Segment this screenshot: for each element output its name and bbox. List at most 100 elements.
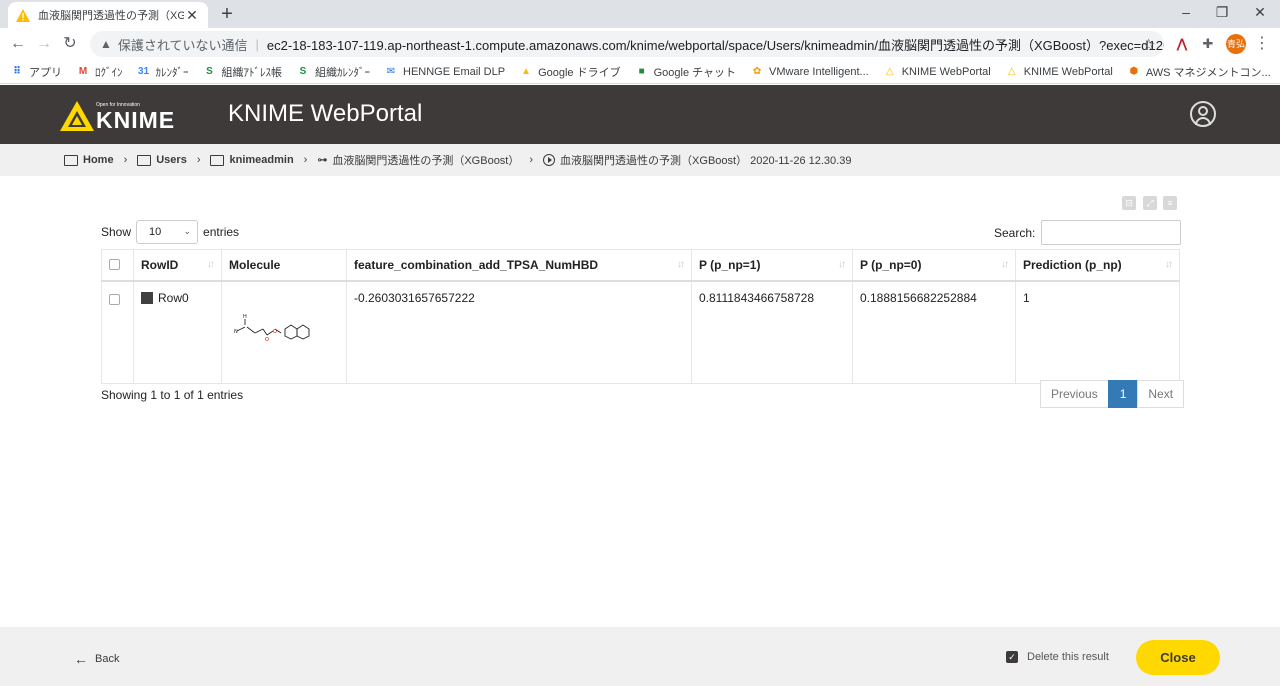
select-all-header[interactable] <box>101 249 134 282</box>
bookmark-label: ｶﾚﾝﾀﾞｰ <box>155 66 189 79</box>
svg-text:O: O <box>273 329 277 335</box>
bookmark-label: HENNGE Email DLP <box>403 65 506 78</box>
knime-icon: △ <box>1007 65 1016 77</box>
browser-menu-icon[interactable]: ⋮ <box>1252 34 1272 54</box>
calendar-icon: 31 <box>137 65 150 77</box>
breadcrumb-separator: › <box>196 154 201 166</box>
sort-icon: ↓↑ <box>1001 259 1009 270</box>
bookmark-star-icon[interactable]: ☆ <box>1142 35 1156 55</box>
column-header-prediction[interactable]: Prediction (p_np) ↓↑ <box>1015 249 1180 282</box>
back-button[interactable]: ← Back <box>74 651 119 667</box>
address-separator: | <box>255 36 259 52</box>
breadcrumb-separator: › <box>303 154 308 166</box>
mail-icon: ✉ <box>386 65 396 77</box>
feature-cell: -0.2603031657657222 <box>346 280 692 384</box>
extensions-icon[interactable]: ✚ <box>1198 34 1218 54</box>
bookmark-label: AWS マネジメントコン... <box>1145 66 1271 79</box>
row-checkbox[interactable] <box>109 293 120 305</box>
page-size-control: Show 10 ⌄ entries <box>101 220 239 244</box>
pagination: Previous 1 Next <box>1040 380 1185 408</box>
menu-icon[interactable]: ≡ <box>1163 196 1177 210</box>
chat-icon: ■ <box>638 65 645 77</box>
search-control: Search: <box>994 220 1182 245</box>
bookmark-item[interactable]: ✉ HENNGE Email DLP <box>384 66 505 78</box>
knime-icon: △ <box>885 65 894 77</box>
table-row[interactable]: Row0 N H O O -0.2603031657657222 0.81118… <box>101 280 1180 384</box>
table-header-row: RowID ↓↑ Molecule feature_combination_add… <box>101 249 1180 282</box>
bookmark-item[interactable]: S 組織ｱﾄﾞﾚｽ帳 <box>203 64 282 80</box>
knime-triangle-icon <box>60 101 94 131</box>
bookmark-item[interactable]: ⠿ アプリ <box>10 64 62 80</box>
drive-icon: ▲ <box>521 65 532 77</box>
svg-text:N: N <box>234 329 238 335</box>
close-tab-icon[interactable]: ✕ <box>184 7 200 24</box>
bookmark-item[interactable]: ✿ VMware Intelligent... <box>750 66 869 78</box>
portal-header: Open for Innovation KNIME KNIME WebPorta… <box>0 85 1280 144</box>
address-bar[interactable]: ▲ 保護されていない通信 | ec2-18-183-107-119.ap-nor… <box>90 31 1164 57</box>
workflow-icon: ⊶ <box>317 154 328 166</box>
back-nav-icon[interactable]: ← <box>8 34 28 54</box>
previous-page-button[interactable]: Previous <box>1040 380 1109 408</box>
breadcrumb-separator: › <box>123 154 128 166</box>
column-header-feature[interactable]: feature_combination_add_TPSA_NumHBD ↓↑ <box>346 249 692 282</box>
close-window-icon[interactable]: ✕ <box>1250 4 1270 21</box>
delete-result-option[interactable]: ✓ Delete this result <box>1006 651 1109 663</box>
bookmark-item[interactable]: M ﾛｸﾞｲﾝ <box>76 64 123 80</box>
next-page-button[interactable]: Next <box>1137 380 1185 408</box>
breadcrumb-knimeadmin[interactable]: knimeadmin <box>210 154 294 166</box>
profile-avatar[interactable]: 青弘 <box>1226 34 1246 54</box>
bookmark-item[interactable]: △ KNIME WebPortal <box>1005 66 1113 78</box>
breadcrumb-home[interactable]: Home <box>64 154 114 166</box>
search-input[interactable] <box>1041 220 1182 245</box>
breadcrumb-users[interactable]: Users <box>137 154 187 166</box>
page-size-select[interactable]: 10 ⌄ <box>136 220 199 244</box>
delete-result-label: Delete this result <box>1027 651 1109 663</box>
molecule-cell: N H O O <box>221 280 347 384</box>
svg-text:O: O <box>265 337 269 343</box>
knime-logo[interactable]: Open for Innovation KNIME <box>60 99 180 133</box>
bookmark-item[interactable]: ⬢ AWS マネジメントコン... <box>1127 64 1271 80</box>
pdf-extension-icon[interactable]: ⋀ <box>1172 34 1192 54</box>
page-1-button[interactable]: 1 <box>1107 380 1139 408</box>
fullscreen-icon[interactable]: ⤢ <box>1143 196 1157 210</box>
column-header-p0[interactable]: P (p_np=0) ↓↑ <box>852 249 1016 282</box>
column-header-rowid[interactable]: RowID ↓↑ <box>133 249 222 282</box>
bookmarks-bar: ⠿ アプリ M ﾛｸﾞｲﾝ 31 ｶﾚﾝﾀﾞｰ S 組織ｱﾄﾞﾚｽ帳 S 組織ｶﾚﾝﾀﾞｰ ✉ HEN… <box>0 60 1280 84</box>
bookmark-item[interactable]: ■ Google チャット <box>635 64 736 80</box>
browser-tab[interactable]: 血液脳関門透過性の予測（XGBoo ✕ <box>8 2 208 28</box>
row-select-cell[interactable] <box>101 280 134 384</box>
forward-nav-icon[interactable]: → <box>34 34 54 54</box>
folder-icon <box>137 154 152 166</box>
sort-icon: ↓↑ <box>838 259 846 270</box>
security-label: 保護されていない通信 <box>117 37 248 53</box>
chevron-down-icon: ⌄ <box>183 226 192 236</box>
bookmark-label: Google ドライブ <box>538 66 621 79</box>
rowid-cell: Row0 <box>133 280 222 384</box>
bookmark-label: 組織ｶﾚﾝﾀﾞｰ <box>315 66 370 79</box>
reset-view-icon[interactable]: ⊟ <box>1122 196 1136 210</box>
select-all-checkbox[interactable] <box>109 259 120 271</box>
breadcrumb-separator: › <box>529 154 534 166</box>
gmail-icon: M <box>78 65 88 77</box>
apps-icon: ⠿ <box>13 65 21 77</box>
bookmark-item[interactable]: △ KNIME WebPortal <box>883 66 991 78</box>
reload-icon[interactable]: ↻ <box>60 34 80 54</box>
column-header-p1[interactable]: P (p_np=1) ↓↑ <box>691 249 853 282</box>
user-account-icon[interactable] <box>1190 101 1216 127</box>
footer-bar: ← Back ✓ Delete this result Close <box>0 627 1280 686</box>
minimize-icon[interactable]: – <box>1176 4 1196 20</box>
new-tab-button[interactable]: + <box>216 3 238 25</box>
tab-title: 血液脳関門透過性の予測（XGBoo <box>38 10 184 22</box>
sort-icon: ↓↑ <box>207 259 215 270</box>
bookmark-item[interactable]: S 組織ｶﾚﾝﾀﾞｰ <box>296 64 370 80</box>
bookmark-item[interactable]: ▲ Google ドライブ <box>519 64 621 80</box>
delete-result-checkbox[interactable]: ✓ <box>1006 651 1018 663</box>
svg-text:H: H <box>243 314 247 320</box>
pagination-info: Showing 1 to 1 of 1 entries <box>101 388 244 402</box>
bookmark-item[interactable]: 31 ｶﾚﾝﾀﾞｰ <box>137 64 189 80</box>
close-button[interactable]: Close <box>1136 640 1220 675</box>
column-header-molecule: Molecule <box>221 249 347 282</box>
restore-icon[interactable]: ❐ <box>1212 4 1232 21</box>
breadcrumb-workflow[interactable]: ⊶ 血液脳関門透過性の予測（XGBoost） <box>317 152 519 168</box>
not-secure-icon[interactable]: ▲ <box>100 37 112 51</box>
